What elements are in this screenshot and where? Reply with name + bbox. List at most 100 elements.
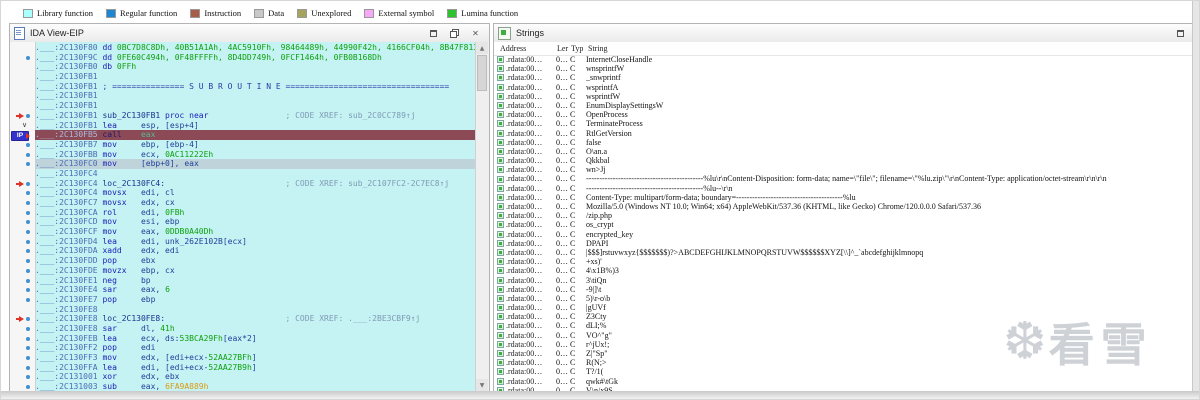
disasm-line[interactable]: .___:2C130FB1 [10, 72, 476, 82]
disasm-line[interactable]: .___:2C130FDD pop ebx [10, 256, 476, 266]
disasm-line[interactable]: .___:2C130FC4 [10, 169, 476, 179]
maximize-button[interactable] [427, 28, 440, 39]
strings-titlebar[interactable]: Strings [494, 24, 1194, 43]
close-button[interactable]: ✕ [469, 28, 482, 39]
disasm-line[interactable]: IP.___:2C130FB5 call eax [10, 130, 476, 140]
disasm-line[interactable]: .___:2C130FCA rol edi, 0FBh [10, 208, 476, 218]
disasm-line[interactable]: .___:2C130FD4 lea edi, unk_262E102B[ecx] [10, 237, 476, 247]
disasm-line[interactable]: .___:2C130FE8 loc_2C130FE8: ; CODE XREF:… [10, 314, 476, 324]
line-gutter [10, 169, 35, 179]
disassembly-view[interactable]: .___:2C130F80 dd 0BC7D8C8Dh, 40B51A1Ah, … [10, 42, 489, 391]
string-row[interactable]: .rdata:00…0…CInternetCloseHandle [494, 55, 1194, 64]
string-row[interactable]: .rdata:00…0…C|gUVf [494, 303, 1194, 312]
string-row[interactable]: .rdata:00…0…CDPAPI [494, 239, 1194, 248]
string-row[interactable]: .rdata:00…0…C+xs)' [494, 257, 1194, 266]
string-row[interactable]: .rdata:00…0…CMozilla/5.0 (Windows NT 10.… [494, 202, 1194, 211]
scroll-up-icon[interactable]: ▲ [476, 42, 488, 54]
string-row[interactable]: .rdata:00…0…CVO^"g" [494, 331, 1194, 340]
token-num: 52AA27B9h [208, 363, 251, 372]
string-row[interactable]: .rdata:00…0…CT?/1( [494, 367, 1194, 376]
strings-view[interactable]: Address Ler Typ String .rdata:00…0…CInte… [494, 42, 1194, 391]
string-row[interactable]: .rdata:00…0…CZ3Cty [494, 312, 1194, 321]
disasm-line[interactable]: .___:2C130FE4 sar eax, 6 [10, 285, 476, 295]
string-length: 0… [556, 220, 570, 229]
string-row[interactable]: .rdata:00…0…Cfalse [494, 138, 1194, 147]
string-row[interactable]: .rdata:00…0…C-9|]\t [494, 285, 1194, 294]
string-row[interactable]: .rdata:00…0…CR(N;> [494, 358, 1194, 367]
string-row[interactable]: .rdata:00…0…C3\tiQn [494, 276, 1194, 285]
disasm-line[interactable]: .___:2C130FDA xadd edx, edi [10, 246, 476, 256]
disasm-line[interactable]: .___:2C130FC4 loc_2C130FC4: ; CODE XREF:… [10, 179, 476, 189]
disasm-line[interactable]: .___:2C130FF3 mov edx, [edi+ecx-52AA27BF… [10, 353, 476, 363]
disasm-line[interactable]: .___:2C130FE8 sar dl, 41h [10, 324, 476, 334]
string-row[interactable]: .rdata:00…0…C/zip.php [494, 211, 1194, 220]
string-row[interactable]: .rdata:00…0…C5)\r-o\b [494, 294, 1194, 303]
column-header-type[interactable]: Typ [571, 42, 588, 55]
string-row[interactable]: .rdata:00…0…CwsprintfW [494, 92, 1194, 101]
disasm-line[interactable]: .___:2C130FEB lea ecx, ds:53BCA29Fh[eax*… [10, 334, 476, 344]
column-header-string[interactable]: String [588, 42, 1194, 55]
string-row[interactable]: .rdata:00…0…CContent-Type: multipart/for… [494, 193, 1194, 202]
disasm-line[interactable]: .___:2C131001 xor edx, ebx [10, 372, 476, 382]
string-row[interactable]: .rdata:00…0…COpenProcess [494, 110, 1194, 119]
disasm-line[interactable]: .___:2C130FE1 neg bp [10, 276, 476, 286]
string-row[interactable]: .rdata:00…0…Cr^jUx!; [494, 340, 1194, 349]
string-row[interactable]: .rdata:00…0…CdLI;% [494, 321, 1194, 330]
disasm-titlebar[interactable]: IDA View-EIP ✕ [10, 24, 489, 43]
disasm-line[interactable]: .___:2C130FB7 mov ebp, [ebp-4] [10, 140, 476, 150]
string-row[interactable]: .rdata:00…0…C_snwprintf [494, 73, 1194, 82]
string-address: .rdata:00… [506, 377, 556, 386]
string-row[interactable]: .rdata:00…0…C4\x1B%)3 [494, 266, 1194, 275]
disasm-line[interactable]: .___:2C130FB1 [10, 91, 476, 101]
disassembly-code: .___:2C130F80 dd 0BC7D8C8Dh, 40B51A1Ah, … [10, 43, 476, 391]
column-header-length[interactable]: Ler [557, 42, 571, 55]
string-row[interactable]: .rdata:00…0…CwsprintfA [494, 83, 1194, 92]
disasm-line[interactable]: .___:2C130FFA lea edi, [edi+ecx-52AA27B9… [10, 363, 476, 373]
token-op: ebp, [ebp-4] [141, 140, 199, 149]
string-row[interactable]: .rdata:00…0…C|$$$]rstuvwxyz{$$$$$$$)?>AB… [494, 248, 1194, 257]
string-address: .rdata:00… [506, 358, 556, 367]
scroll-thumb[interactable] [477, 55, 487, 91]
disasm-line[interactable]: .___:2C131003 sub eax, 6FA9A889h [10, 382, 476, 391]
disasm-line[interactable]: .___:2C130FCF mov eax, 0DDB0A40Dh [10, 227, 476, 237]
token-mn: mov [102, 217, 141, 226]
string-row[interactable]: .rdata:00…0…Cwn>Jj [494, 165, 1194, 174]
disasm-scrollbar[interactable]: ▲ ▼ [475, 42, 489, 391]
scroll-down-icon[interactable]: ▼ [476, 379, 488, 391]
string-row[interactable]: .rdata:00…0…CEnumDisplaySettingsW [494, 101, 1194, 110]
disasm-line[interactable]: .___:2C130FB1 [10, 101, 476, 111]
strings-maximize-button[interactable] [1174, 28, 1187, 39]
string-row[interactable]: .rdata:00…0…C---------------------------… [494, 184, 1194, 193]
string-row[interactable]: .rdata:00…0…CO\an.a [494, 147, 1194, 156]
column-header-address[interactable]: Address [500, 42, 557, 55]
collapse-chevron-icon[interactable]: ∨ [22, 121, 27, 131]
disasm-line[interactable]: .___:2C130FC0 mov [ebp+0], eax [10, 159, 476, 169]
disasm-line[interactable]: .___:2C130FC7 movsx edx, cx [10, 198, 476, 208]
string-row[interactable]: .rdata:00…0…CRtlGetVersion [494, 129, 1194, 138]
string-value: -9|]\t [586, 285, 1194, 294]
string-row[interactable]: .rdata:00…0…CZ|"Sp" [494, 349, 1194, 358]
string-row[interactable]: .rdata:00…0…Cencrypted_key [494, 230, 1194, 239]
string-row[interactable]: .rdata:00…0…Cqwk#\tGk [494, 377, 1194, 386]
disasm-line[interactable]: .___:2C130FE8 [10, 305, 476, 315]
disasm-line[interactable]: .___:2C130FC4 movsx edi, cl [10, 188, 476, 198]
string-length: 0… [556, 147, 570, 156]
string-row[interactable]: .rdata:00…0…CTerminateProcess [494, 119, 1194, 128]
disasm-line[interactable]: .___:2C130F9C dd 0FE60C494h, 0F48FFFFh, … [10, 53, 476, 63]
disasm-line[interactable]: .___:2C130FCD mov esi, ebp [10, 217, 476, 227]
disasm-line[interactable]: ∨.___:2C130FB1 lea esp, [esp+4] [10, 121, 476, 131]
string-row[interactable]: .rdata:00…0…Cos_crypt [494, 220, 1194, 229]
disasm-line[interactable]: .___:2C130FB1 sub_2C130FB1 proc near ; C… [10, 111, 476, 121]
string-value: +xs)' [586, 257, 1194, 266]
disasm-line[interactable]: .___:2C130F80 dd 0BC7D8C8Dh, 40B51A1Ah, … [10, 43, 476, 53]
disasm-line[interactable]: .___:2C130FB1 ; =============== S U B R … [10, 82, 476, 92]
disasm-line[interactable]: .___:2C130FF2 pop edi [10, 343, 476, 353]
float-button[interactable] [448, 28, 461, 39]
disasm-line[interactable]: .___:2C130FE7 pop ebp [10, 295, 476, 305]
disasm-line[interactable]: .___:2C130FBB mov ecx, 0AC11222Eh [10, 150, 476, 160]
string-row[interactable]: .rdata:00…0…CQkkbal [494, 156, 1194, 165]
string-row[interactable]: .rdata:00…0…CwnsprintfW [494, 64, 1194, 73]
string-row[interactable]: .rdata:00…0…C---------------------------… [494, 174, 1194, 183]
disasm-line[interactable]: .___:2C130FDE movzx ebp, cx [10, 266, 476, 276]
disasm-line[interactable]: .___:2C130FB0 db 0FFh [10, 62, 476, 72]
